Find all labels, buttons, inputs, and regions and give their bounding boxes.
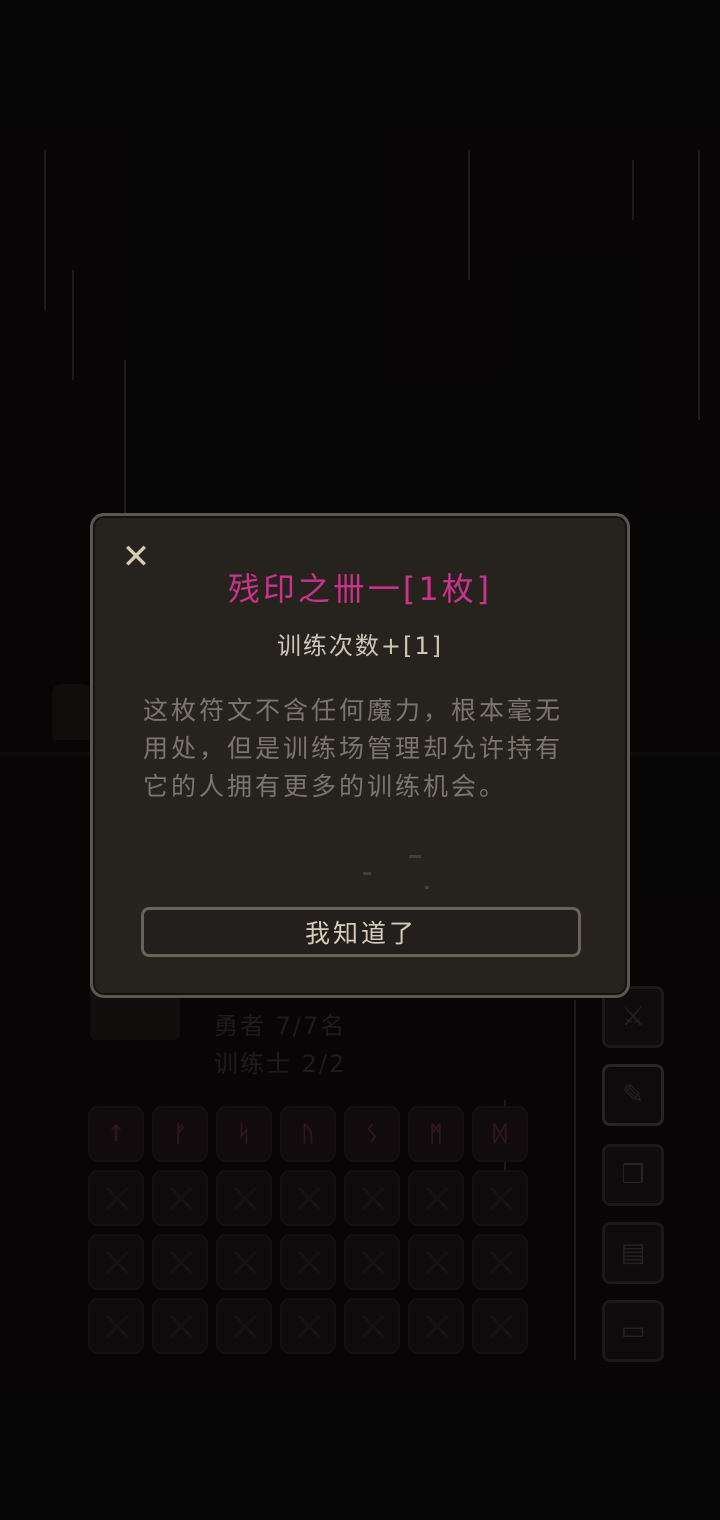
item-dialog: ✕ 残印之卌一[1枚] 训练次数+[1] 这枚符文不含任何魔力，根本毫无用处，但… <box>90 513 630 998</box>
item-description: 这枚符文不含任何魔力，根本毫无用处，但是训练场管理却允许持有它的人拥有更多的训练… <box>143 696 564 801</box>
dust-particle <box>363 872 371 875</box>
confirm-button[interactable]: 我知道了 <box>141 907 581 957</box>
dust-particle <box>409 855 421 858</box>
dust-particle <box>425 886 429 889</box>
item-effect: 训练次数+[1] <box>276 632 444 660</box>
item-title: 残印之卌一[1枚] <box>227 570 493 608</box>
